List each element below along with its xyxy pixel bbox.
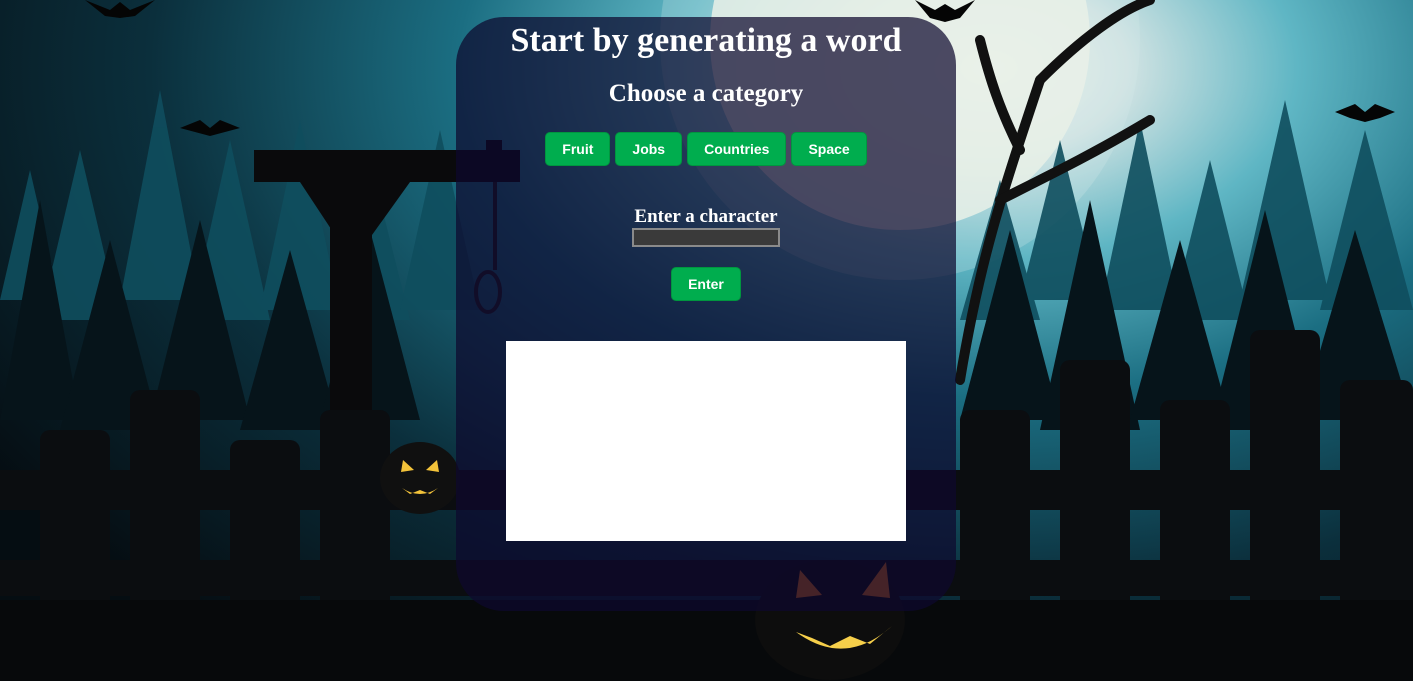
category-fruit-button[interactable]: Fruit: [545, 132, 611, 166]
enter-button[interactable]: Enter: [671, 267, 741, 301]
category-heading: Choose a category: [608, 80, 804, 107]
category-jobs-button[interactable]: Jobs: [615, 132, 683, 166]
category-countries-button[interactable]: Countries: [687, 132, 787, 166]
hangman-drawing-area: [506, 341, 906, 541]
category-space-button[interactable]: Space: [791, 132, 867, 166]
character-input[interactable]: [632, 228, 780, 247]
page-title: Start by generating a word: [510, 22, 902, 59]
category-button-group: Fruit Jobs Countries Space: [456, 132, 956, 166]
pumpkin-icon: [380, 442, 460, 514]
character-input-label: Enter a character: [634, 206, 778, 227]
